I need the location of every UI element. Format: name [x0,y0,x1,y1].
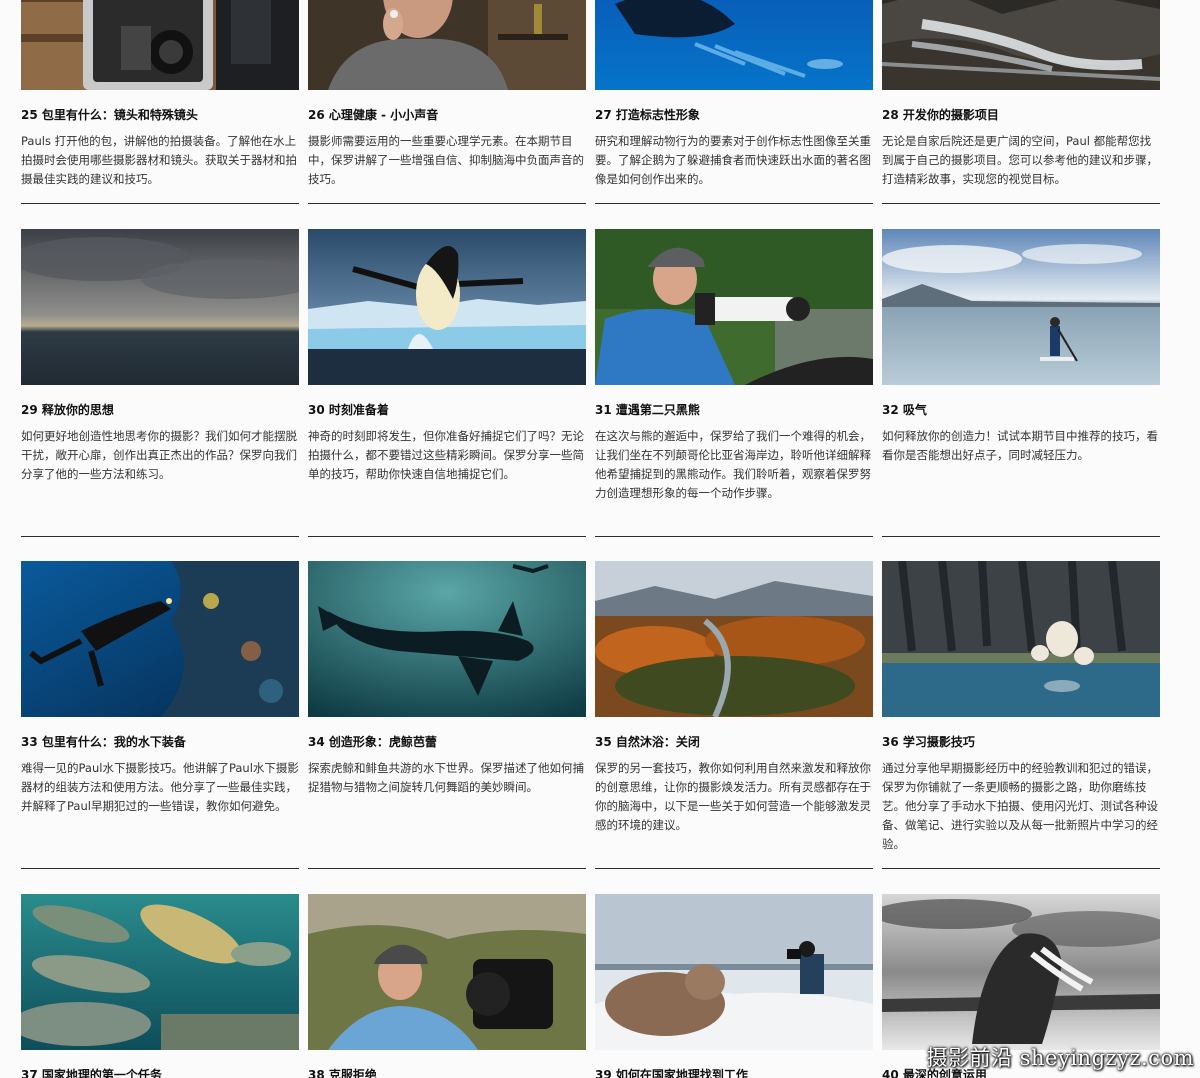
row-divider [308,536,586,537]
episode-description: 在这次与熊的邂逅中，保罗给了我们一个难得的机会，让我们坐在不列颠哥伦比亚省海岸边… [595,429,871,500]
thumbnail-stormy-sea[interactable] [21,229,299,385]
episode-card-30[interactable]: 30 时刻准备着 神奇的时刻即将发生，但你准备好捕捉它们了吗？无论拍摄什么，都不… [308,229,586,484]
thumbnail-camera-bag[interactable] [21,0,299,90]
episode-description: 研究和理解动物行为的要素对于创作标志性图像至关重要。了解企鹅为了躲避捕食者而快速… [595,134,871,186]
thumbnail-walrus-bw[interactable] [882,894,1160,1050]
episode-title[interactable]: 37 国家地理的第一个任务 [21,1067,299,1078]
row-divider [595,203,873,204]
episode-description: 探索虎鲸和鲱鱼共游的水下世界。保罗描述了他如何捕捉猎物与猎物之间旋转几何舞蹈的美… [308,761,584,794]
thumbnail-scuba-diver[interactable] [21,561,299,717]
row-divider [595,868,873,869]
episode-card-39[interactable]: 39 如何在国家地理找到工作 [595,894,873,1078]
thumbnail-paddleboarder[interactable] [882,229,1160,385]
watermark-logo: 摄影前沿 sheyingzyz.com [926,1046,1194,1070]
row-divider [21,868,299,869]
episode-card-31[interactable]: 31 遭遇第二只黑熊 在这次与熊的邂逅中，保罗给了我们一个难得的机会，让我们坐在… [595,229,873,503]
row-divider [882,868,1160,869]
row-divider [882,203,1160,204]
thumbnail-man-portrait[interactable] [308,0,586,90]
episode-title[interactable]: 30 时刻准备着 [308,402,586,418]
thumbnail-photographer-portrait[interactable] [308,894,586,1050]
episode-card-34[interactable]: 34 创造形象：虎鲸芭蕾 探索虎鲸和鲱鱼共游的水下世界。保罗描述了他如何捕捉猎物… [308,561,586,797]
episode-description: 神奇的时刻即将发生，但你准备好捕捉它们了吗？无论拍摄什么，都不要错过这些精彩瞬间… [308,429,584,481]
episode-card-36[interactable]: 36 学习摄影技巧 通过分享他早期摄影经历中的经验教训和犯过的错误，保罗为你铺就… [882,561,1160,854]
thumbnail-photographer-boat[interactable] [595,229,873,385]
episode-card-35[interactable]: 35 自然沐浴：关闭 保罗的另一套技巧，教你如何利用自然来激发和释放你的创意思维… [595,561,873,835]
episode-card-33[interactable]: 33 包里有什么：我的水下装备 难得一见的Paul水下摄影技巧。他讲解了Paul… [21,561,299,816]
episode-description: 通过分享他早期摄影经历中的经验教训和犯过的错误，保罗为你铺就了一条更顺畅的摄影之… [882,761,1158,851]
row-divider [308,203,586,204]
episode-description: 如何更好地创造性地思考你的摄影？我们如何才能摆脱干扰，敞开心扉，创作出真正杰出的… [21,429,297,481]
thumbnail-polar-bears[interactable] [882,561,1160,717]
episode-title[interactable]: 34 创造形象：虎鲸芭蕾 [308,734,586,750]
episode-title[interactable]: 29 释放你的思想 [21,402,299,418]
episode-title[interactable]: 32 吸气 [882,402,1160,418]
episode-description: 保罗的另一套技巧，教你如何利用自然来激发和释放你的创意思维，让你的摄影焕发活力。… [595,761,871,832]
episode-title[interactable]: 25 包里有什么：镜头和特殊镜头 [21,107,299,123]
episode-card-37[interactable]: 37 国家地理的第一个任务 [21,894,299,1078]
episode-grid-page: 25 包里有什么：镜头和特殊镜头 Pauls 打开他的包，讲解他的拍摄装备。了解… [0,0,1200,1078]
row-divider [21,536,299,537]
row-divider [882,536,1160,537]
episode-card-38[interactable]: 38 克服拒绝 [308,894,586,1078]
episode-description: 摄影师需要运用的一些重要心理学元素。在本期节目中，保罗讲解了一些增强自信、抑制脑… [308,134,584,186]
row-divider [308,868,586,869]
episode-description: 无论是自家后院还是更广阔的空间，Paul 都能帮您找到属于自己的摄影项目。您可以… [882,134,1158,186]
episode-title[interactable]: 35 自然沐浴：关闭 [595,734,873,750]
episode-card-32[interactable]: 32 吸气 如何释放你的创造力！试试本期节目中推荐的技巧，看看你是否能想出好点子… [882,229,1160,465]
row-divider [21,203,299,204]
thumbnail-underwater-penguins[interactable] [595,0,873,90]
episode-title[interactable]: 36 学习摄影技巧 [882,734,1160,750]
episode-card-26[interactable]: 26 心理健康 - 小小声音 摄影师需要运用的一些重要心理学元素。在本期节目中，… [308,0,586,189]
episode-card-29[interactable]: 29 释放你的思想 如何更好地创造性地思考你的摄影？我们如何才能摆脱干扰，敞开心… [21,229,299,484]
episode-card-27[interactable]: 27 打造标志性形象 研究和理解动物行为的要素对于创作标志性图像至关重要。了解企… [595,0,873,189]
episode-description: Pauls 打开他的包，讲解他的拍摄装备。了解他在水上拍摄时会使用哪些摄影器材和… [21,134,297,186]
row-divider [595,536,873,537]
episode-title[interactable]: 33 包里有什么：我的水下装备 [21,734,299,750]
episode-title[interactable]: 39 如何在国家地理找到工作 [595,1067,873,1078]
episode-title[interactable]: 31 遭遇第二只黑熊 [595,402,873,418]
episode-title[interactable]: 27 打造标志性形象 [595,107,873,123]
episode-title[interactable]: 26 心理健康 - 小小声音 [308,107,586,123]
episode-description: 难得一见的Paul水下摄影技巧。他讲解了Paul水下摄影器材的组装方法和使用方法… [21,761,299,813]
episode-title[interactable]: 28 开发你的摄影项目 [882,107,1160,123]
thumbnail-walrus-photographer[interactable] [595,894,873,1050]
thumbnail-salmon-school[interactable] [21,894,299,1050]
thumbnail-autumn-forest[interactable] [595,561,873,717]
thumbnail-waterfall-rocks[interactable] [882,0,1160,90]
episode-card-25[interactable]: 25 包里有什么：镜头和特殊镜头 Pauls 打开他的包，讲解他的拍摄装备。了解… [21,0,299,189]
episode-title[interactable]: 38 克服拒绝 [308,1067,586,1078]
episode-card-28[interactable]: 28 开发你的摄影项目 无论是自家后院还是更广阔的空间，Paul 都能帮您找到属… [882,0,1160,189]
thumbnail-orca[interactable] [308,561,586,717]
thumbnail-leaping-penguin[interactable] [308,229,586,385]
episode-description: 如何释放你的创造力！试试本期节目中推荐的技巧，看看你是否能想出好点子，同时减轻压… [882,429,1158,462]
